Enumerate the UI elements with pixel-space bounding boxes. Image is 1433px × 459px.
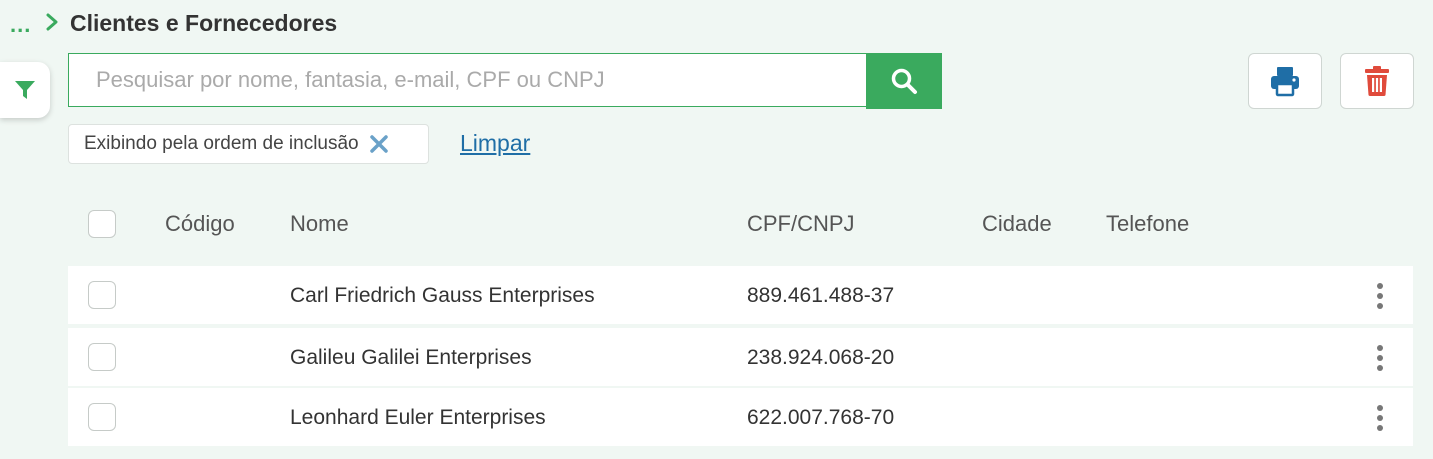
- kebab-menu-icon[interactable]: [1368, 282, 1392, 310]
- sort-filter-label: Exibindo pela ordem de inclusão: [84, 133, 359, 154]
- row-name: Carl Friedrich Gauss Enterprises: [290, 284, 595, 307]
- close-icon[interactable]: [369, 134, 389, 154]
- chevron-right-icon: [46, 13, 58, 31]
- column-header-city[interactable]: Cidade: [982, 211, 1052, 237]
- print-icon: [1271, 67, 1299, 97]
- row-cpf-cnpj: 622.007.768-70: [747, 406, 895, 429]
- table-row[interactable]: Leonhard Euler Enterprises 622.007.768-7…: [68, 388, 1413, 446]
- clear-filters-link[interactable]: Limpar: [460, 130, 530, 157]
- row-checkbox[interactable]: [88, 281, 116, 309]
- print-button[interactable]: [1248, 53, 1322, 109]
- column-header-cpf-cnpj[interactable]: CPF/CNPJ: [747, 211, 855, 237]
- trash-icon: [1365, 66, 1389, 96]
- search-input[interactable]: [68, 53, 866, 107]
- column-header-name[interactable]: Nome: [290, 211, 349, 237]
- filter-toggle-button[interactable]: [0, 62, 50, 118]
- row-cpf-cnpj: 889.461.488-37: [747, 284, 895, 307]
- search-button[interactable]: [866, 53, 942, 109]
- column-header-phone[interactable]: Telefone: [1106, 211, 1189, 237]
- table-row[interactable]: Galileu Galilei Enterprises 238.924.068-…: [68, 328, 1413, 386]
- row-name: Galileu Galilei Enterprises: [290, 346, 532, 369]
- column-header-code[interactable]: Código: [165, 211, 235, 237]
- select-all-checkbox[interactable]: [88, 210, 116, 238]
- kebab-menu-icon[interactable]: [1368, 344, 1392, 372]
- page-title: Clientes e Fornecedores: [70, 10, 338, 36]
- kebab-menu-icon[interactable]: [1368, 404, 1392, 432]
- row-checkbox[interactable]: [88, 403, 116, 431]
- search-icon: [891, 68, 917, 94]
- row-cpf-cnpj: 238.924.068-20: [747, 346, 895, 369]
- delete-button[interactable]: [1340, 53, 1414, 109]
- breadcrumb-ellipsis[interactable]: ...: [10, 12, 31, 38]
- row-name: Leonhard Euler Enterprises: [290, 406, 546, 429]
- row-checkbox[interactable]: [88, 343, 116, 371]
- table-row[interactable]: Carl Friedrich Gauss Enterprises 889.461…: [68, 266, 1413, 324]
- sort-filter-chip: Exibindo pela ordem de inclusão: [68, 124, 429, 164]
- filter-icon: [15, 81, 35, 99]
